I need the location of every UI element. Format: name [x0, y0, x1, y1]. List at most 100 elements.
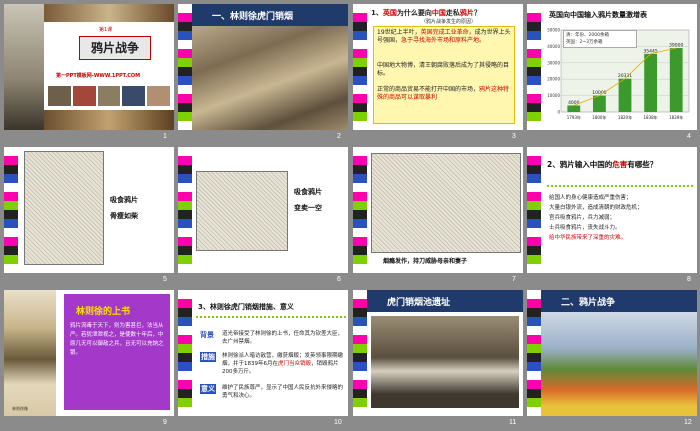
- addict-threatening-sketch: [371, 153, 521, 253]
- slide-title: 二、鸦片战争: [541, 290, 697, 312]
- background-text: 道光帝接受了林则徐的上书，任命其为钦差大臣，去广州禁烟。: [222, 331, 344, 345]
- slide-thumbnail-11[interactable]: 虎门销烟池遗址: [353, 290, 523, 416]
- opium-smoking-sketch: [24, 151, 104, 265]
- y-tick-label: 10000: [547, 93, 560, 98]
- slide-number-6: 6: [337, 276, 341, 283]
- slide-title: 虎门销烟池遗址: [367, 290, 523, 312]
- bar: [567, 105, 581, 112]
- color-strip: [178, 147, 192, 273]
- slide-thumbnail-4[interactable]: 英国向中国输入鸦片数量激增表 0 10000 20000 30000 40000 5000…: [527, 4, 697, 130]
- quote-body: 鸦片流毒于天下，则为害甚巨，法当从严。若犹泄泄视之，是使数十年后，中原几无可以御…: [70, 323, 164, 356]
- y-tick-label: 20000: [547, 77, 560, 82]
- slide-number-4: 4: [687, 133, 691, 140]
- list-item: 给国人的身心健康造成严重伤害；: [549, 195, 632, 201]
- list-item: 官兵吸食鸦片，兵力减弱；: [549, 215, 616, 221]
- slide-title: 3、林则徐虎门销烟措施、意义: [198, 303, 294, 311]
- selling-belongings-sketch: [196, 171, 288, 251]
- subheading: （鸦片战争发生的原因）: [421, 19, 477, 25]
- x-tick-label: 1839年: [669, 114, 683, 120]
- caption-2: 骨瘦如柴: [110, 212, 138, 220]
- bottom-band: [44, 110, 174, 130]
- slide-title: 一、林则徐虎门销烟: [192, 4, 348, 26]
- portrait: [4, 290, 56, 416]
- slide-title: 鸦片战争: [79, 36, 151, 60]
- ruins-photo: [4, 4, 44, 130]
- burning-opium-painting: [192, 26, 348, 130]
- paragraph-2: 中国地大物博，清王朝腐败落后成为了其侵略的目标。: [377, 62, 510, 77]
- list-item: 大量白银外流，造成清朝的财政危机；: [549, 205, 643, 211]
- x-tick-label: 1800年: [592, 114, 606, 120]
- chart-title: 英国向中国输入鸦片数量激增表: [549, 11, 647, 19]
- significance-text: 维护了民族尊严，显示了中国人民反抗外来侵略的勇气和决心。: [222, 385, 344, 399]
- slide-number-7: 7: [512, 276, 516, 283]
- bar: [669, 48, 683, 112]
- quote-title: 林则徐的上书: [76, 307, 131, 317]
- caption: 烟瘾发作，持刀威胁母亲和妻子: [383, 258, 468, 265]
- color-strip: [527, 4, 541, 130]
- slide-number-8: 8: [687, 276, 691, 283]
- list-item: 士兵吸食鸦片，丧失战斗力。: [549, 225, 621, 231]
- dotted-divider: [547, 185, 693, 187]
- color-strip: [178, 290, 192, 416]
- slide-number-11: 11: [509, 419, 517, 426]
- caption-1: 吸食鸦片: [294, 188, 322, 196]
- slide-number-5: 5: [163, 276, 167, 283]
- color-strip: [4, 147, 18, 273]
- slide-thumbnail-2[interactable]: 一、林则徐虎门销烟: [178, 4, 348, 130]
- label-significance: 意义: [200, 384, 216, 394]
- slide-thumbnail-7[interactable]: 烟瘾发作，持刀威胁母亲和妻子: [353, 147, 523, 273]
- color-strip: [527, 147, 541, 273]
- bar: [644, 53, 657, 112]
- photo-row: [48, 86, 170, 106]
- color-strip: [353, 290, 367, 416]
- slide-thumbnail-9[interactable]: 林则徐像 林则徐的上书 鸦片流毒于天下，则为害甚巨，法当从严。若犹泄泄视之，是使…: [4, 290, 174, 416]
- x-tick-label: 1838年: [644, 114, 658, 120]
- slide-thumbnail-12[interactable]: 二、鸦片战争: [527, 290, 697, 416]
- title-underline: [196, 316, 346, 318]
- paragraph-1: 19世纪上半叶，英国完成工业革命，成为世界上头号强国，急于寻找海外市场和原料产地…: [377, 29, 511, 44]
- legend-entry-2: 英国：2~3万余箱: [566, 40, 603, 45]
- slide-thumbnail-5[interactable]: 吸食鸦片 骨瘦如柴: [4, 147, 174, 273]
- slide-number-9: 9: [163, 419, 167, 426]
- bar: [593, 95, 606, 112]
- slide-thumbnail-3[interactable]: 1、英国为什么要向中国走私鸦片？ （鸦片战争发生的原因） 19世纪上半叶，英国完…: [353, 4, 523, 130]
- slide-thumbnail-6[interactable]: 吸食鸦片 变卖一空: [178, 147, 348, 273]
- slide-number-2: 2: [337, 133, 341, 140]
- y-tick-label: 0: [557, 110, 560, 115]
- y-tick-label: 40000: [547, 44, 560, 49]
- x-tick-label: 1793年: [567, 114, 581, 120]
- data-label: 39000: [669, 43, 683, 49]
- legend-entry-1: 清：年份、2000余箱: [566, 33, 609, 38]
- portrait-label: 林则徐像: [12, 406, 28, 411]
- heading: 2、鸦片输入中国的危害有哪些？: [547, 160, 658, 169]
- lesson-label: 第1课: [99, 27, 113, 33]
- slide-thumbnail-1[interactable]: 第1课 鸦片战争 第一PPT模板网-WWW.1PPT.COM: [4, 4, 174, 130]
- x-tick-label: 1820年: [618, 114, 632, 120]
- color-strip: [353, 4, 367, 130]
- slide-number-3: 3: [512, 133, 516, 140]
- label-measures: 措施: [200, 352, 216, 362]
- footer-text: 第一PPT模板网-WWW.1PPT.COM: [56, 73, 141, 79]
- bar: [618, 78, 632, 112]
- color-strip: [353, 147, 367, 273]
- monument-photo: [541, 312, 697, 416]
- chart-legend: 清：年份、2000余箱 英国：2~3万余箱: [563, 30, 637, 48]
- color-strip: [527, 290, 541, 416]
- caption-2: 变卖一空: [294, 204, 322, 212]
- slide-thumbnail-8[interactable]: 2、鸦片输入中国的危害有哪些？ 给国人的身心健康造成严重伤害； 大量白银外流，造…: [527, 147, 697, 273]
- caption-1: 吸食鸦片: [110, 196, 138, 204]
- harm-list: 给国人的身心健康造成严重伤害； 大量白银外流，造成清朝的财政危机； 官兵吸食鸦片…: [549, 193, 695, 243]
- conclusion: 给中华民族带来了深重的灾难。: [549, 235, 627, 241]
- label-background: 背景: [200, 331, 214, 339]
- paragraph-3: 正常的商品贸易不能打开中国的市场，鸦片这种特殊的商品可以谋取暴利: [377, 86, 510, 101]
- painting-strip: [44, 4, 174, 22]
- question-heading: 1、英国为什么要向中国走私鸦片？: [371, 9, 481, 17]
- slide-number-10: 10: [334, 419, 342, 426]
- slide-number-1: 1: [163, 133, 167, 140]
- y-tick-label: 50000: [547, 28, 560, 33]
- y-tick-label: 30000: [547, 60, 560, 65]
- slide-thumbnail-10[interactable]: 3、林则徐虎门销烟措施、意义 背景 道光帝接受了林则徐的上书，任命其为钦差大臣，…: [178, 290, 348, 416]
- slide-number-12: 12: [684, 419, 692, 426]
- opium-pool-site-photo: [371, 316, 519, 408]
- color-strip: [178, 4, 192, 130]
